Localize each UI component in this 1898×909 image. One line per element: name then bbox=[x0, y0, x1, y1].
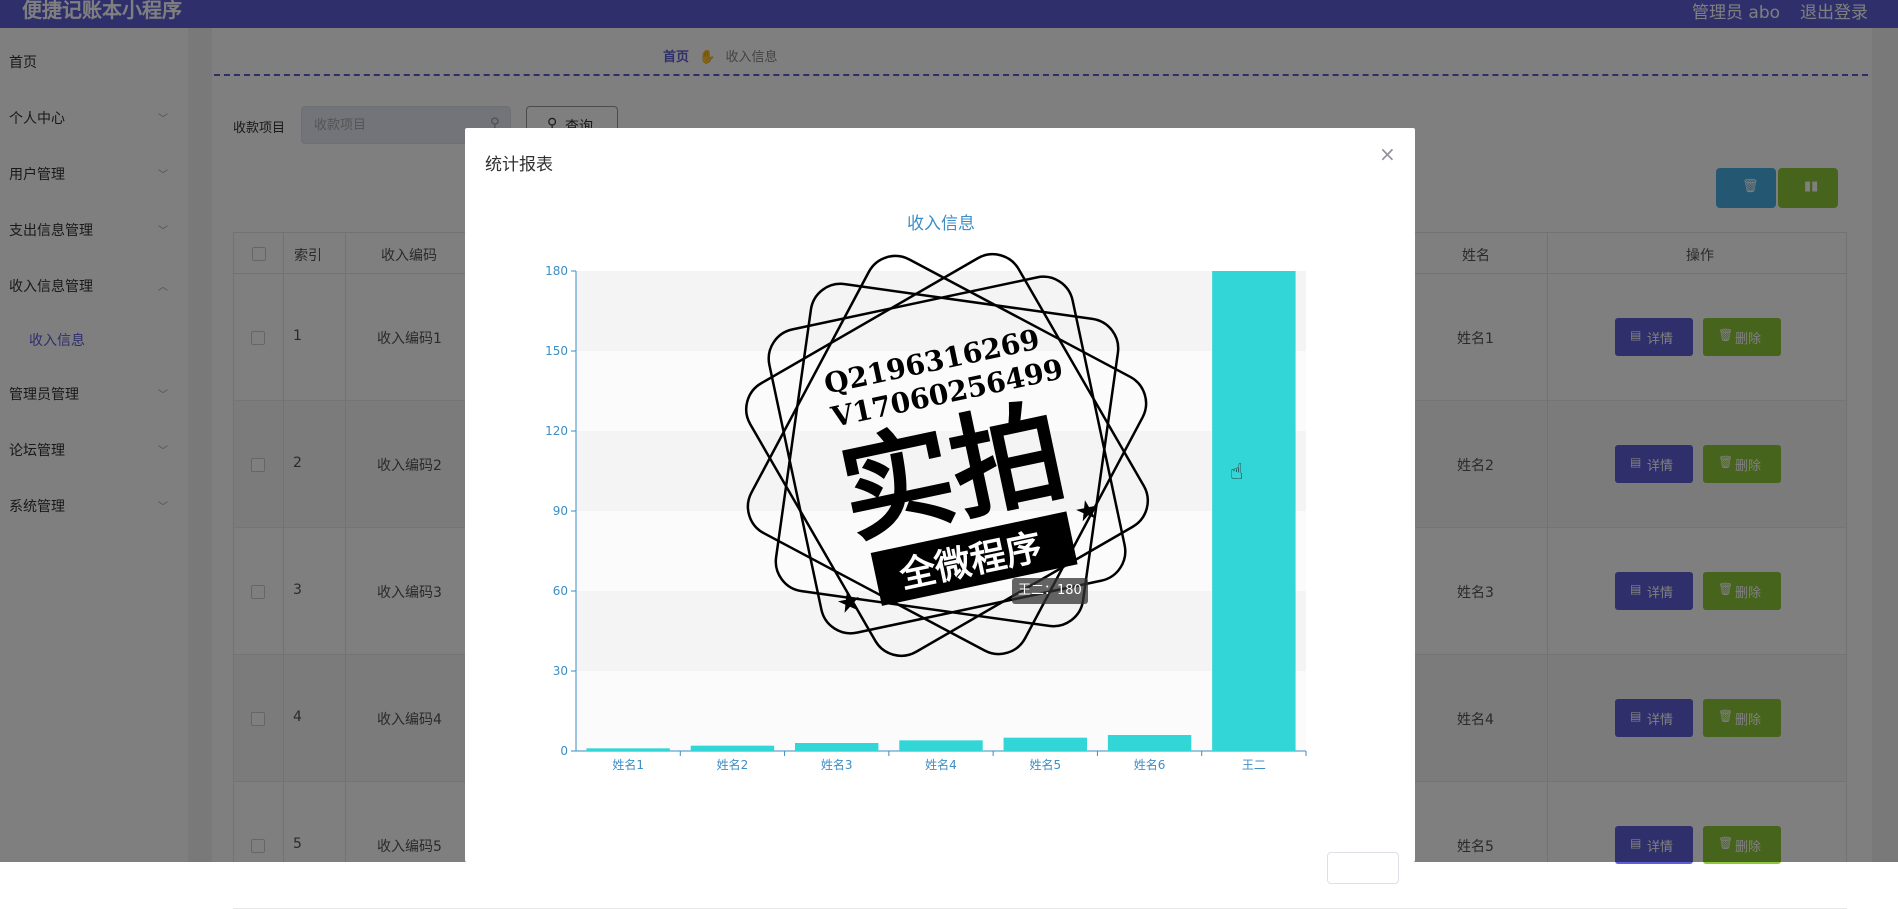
bar bbox=[1107, 735, 1192, 751]
x-tick-label: 姓名4 bbox=[925, 757, 957, 772]
y-tick-label: 180 bbox=[545, 264, 568, 278]
bar bbox=[899, 740, 983, 751]
bar bbox=[1003, 737, 1087, 751]
bar bbox=[795, 743, 879, 751]
y-tick-label: 90 bbox=[553, 504, 568, 518]
grid-band bbox=[576, 671, 1306, 751]
y-tick-label: 120 bbox=[545, 424, 568, 438]
x-tick-label: 姓名6 bbox=[1134, 757, 1166, 772]
bar bbox=[586, 748, 670, 751]
x-tick-label: 姓名1 bbox=[612, 757, 644, 772]
y-tick-label: 150 bbox=[545, 344, 568, 358]
chart-tooltip: 王二：180 bbox=[1012, 578, 1088, 604]
y-tick-label: 0 bbox=[560, 744, 568, 758]
x-tick-label: 姓名5 bbox=[1029, 757, 1061, 772]
hand-cursor-icon: ☝ bbox=[1230, 460, 1244, 485]
x-tick-label: 姓名3 bbox=[821, 757, 853, 772]
chart-title: 收入信息 bbox=[907, 214, 975, 234]
watermark-stamp: Q2196316269 V17060256499 实拍 全微程序 ★ ★ bbox=[744, 252, 1150, 658]
y-tick-label: 30 bbox=[553, 664, 568, 678]
bar bbox=[1212, 271, 1296, 751]
y-tick-label: 60 bbox=[553, 584, 568, 598]
bar bbox=[690, 745, 775, 751]
x-tick-label: 姓名2 bbox=[717, 757, 749, 772]
dialog-footer-button[interactable] bbox=[1327, 852, 1399, 884]
svg-text:★: ★ bbox=[833, 583, 864, 620]
x-tick-label: 王二 bbox=[1242, 758, 1266, 772]
